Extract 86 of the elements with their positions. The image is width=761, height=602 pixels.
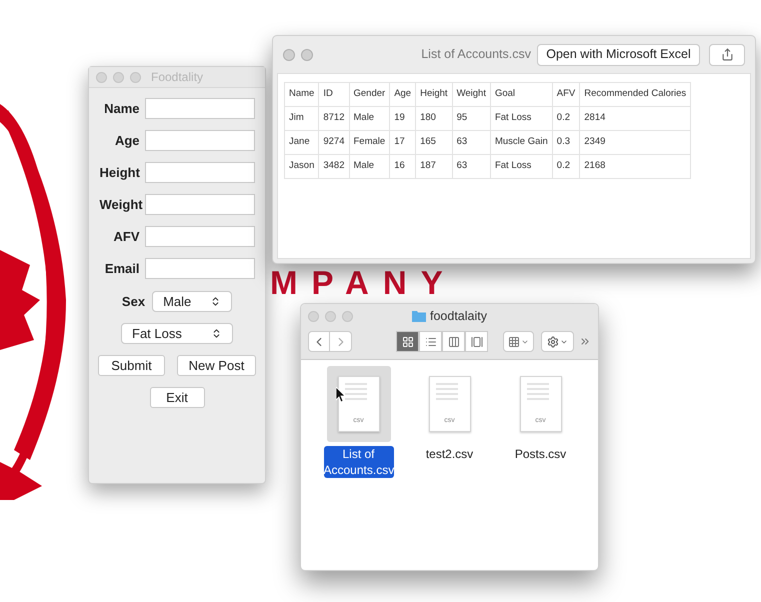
window-title: List of Accounts.csv bbox=[421, 46, 531, 64]
input-field[interactable] bbox=[144, 130, 254, 151]
forward-button[interactable] bbox=[330, 331, 352, 352]
stepper-icon bbox=[211, 328, 222, 339]
table-cell: Jim bbox=[284, 106, 319, 130]
table-cell: 8712 bbox=[318, 106, 349, 130]
sex-dropdown[interactable]: Male bbox=[152, 291, 232, 312]
grid-icon bbox=[508, 336, 520, 348]
input-field[interactable] bbox=[144, 226, 254, 247]
table-cell: Female bbox=[349, 130, 390, 154]
columns-icon bbox=[448, 336, 460, 348]
window-control-icon[interactable] bbox=[130, 72, 141, 82]
goal-dropdown[interactable]: Fat Loss bbox=[121, 323, 233, 344]
gear-icon bbox=[546, 336, 559, 348]
submit-button[interactable]: Submit bbox=[98, 355, 165, 376]
folder-icon bbox=[412, 310, 426, 322]
share-button[interactable] bbox=[709, 44, 745, 66]
field-label: Age bbox=[114, 132, 140, 150]
file-name: List of Accounts.csv bbox=[324, 446, 394, 478]
wallpaper-text: MPANY bbox=[270, 265, 457, 301]
view-mode-button[interactable] bbox=[396, 331, 419, 352]
table-cell: Jason bbox=[284, 154, 319, 178]
field-label: AFV bbox=[112, 228, 140, 246]
exit-button[interactable]: Exit bbox=[150, 387, 204, 408]
view-mode-button[interactable] bbox=[419, 331, 442, 352]
window-control-icon[interactable] bbox=[113, 72, 124, 82]
view-mode-button[interactable] bbox=[465, 331, 488, 352]
table-cell: 3482 bbox=[318, 154, 349, 178]
column-header: Goal bbox=[490, 82, 552, 106]
table-cell: Jane bbox=[284, 130, 319, 154]
close-icon[interactable] bbox=[283, 48, 295, 60]
column-header: Weight bbox=[452, 82, 490, 106]
table-cell: 63 bbox=[452, 154, 490, 178]
table-cell: 187 bbox=[416, 154, 452, 178]
field-label: Height bbox=[100, 164, 140, 182]
column-header: Name bbox=[284, 82, 319, 106]
fullscreen-icon[interactable] bbox=[301, 48, 313, 60]
table-cell: Male bbox=[349, 154, 390, 178]
column-header: ID bbox=[318, 82, 349, 106]
arrange-button[interactable] bbox=[503, 331, 534, 352]
window-control-icon[interactable] bbox=[96, 72, 107, 82]
share-icon bbox=[720, 48, 734, 61]
window-control-icon[interactable] bbox=[342, 310, 353, 322]
field-label: Sex bbox=[122, 292, 146, 311]
input-field[interactable] bbox=[144, 258, 254, 279]
table-cell: 17 bbox=[390, 130, 416, 154]
window-title: foodtalaity bbox=[430, 308, 487, 325]
table-cell: Male bbox=[349, 106, 390, 130]
action-button[interactable] bbox=[540, 331, 574, 352]
input-field[interactable] bbox=[144, 162, 254, 183]
table-cell: 2814 bbox=[580, 106, 691, 130]
table-cell: 16 bbox=[390, 154, 416, 178]
table-cell: 9274 bbox=[318, 130, 349, 154]
file-name: Posts.csv bbox=[514, 446, 568, 462]
table-cell: 2168 bbox=[580, 154, 691, 178]
table-cell: 0.2 bbox=[552, 154, 580, 178]
column-header: Height bbox=[416, 82, 452, 106]
field-label: Name bbox=[103, 100, 140, 118]
table-cell: 63 bbox=[452, 130, 490, 154]
file-name: test2.csv bbox=[424, 446, 474, 462]
back-button[interactable] bbox=[308, 331, 330, 352]
window-control-icon[interactable] bbox=[325, 310, 336, 322]
column-header: Age bbox=[390, 82, 416, 106]
table-cell: 2349 bbox=[580, 130, 691, 154]
grid-icon bbox=[402, 336, 414, 348]
table-cell: Fat Loss bbox=[490, 106, 552, 130]
table-cell: Muscle Gain bbox=[490, 130, 552, 154]
column-header: Gender bbox=[349, 82, 390, 106]
open-with-button[interactable]: Open with Microsoft Excel bbox=[537, 44, 700, 66]
input-field[interactable] bbox=[144, 98, 254, 119]
table-cell: 19 bbox=[390, 106, 416, 130]
cursor-icon bbox=[336, 387, 346, 402]
table-cell: Fat Loss bbox=[490, 154, 552, 178]
gallery-icon bbox=[470, 336, 482, 348]
input-field[interactable] bbox=[144, 194, 254, 215]
column-header: Recommended Calories bbox=[580, 82, 691, 106]
new-post-button[interactable]: New Post bbox=[177, 355, 256, 376]
view-mode-button[interactable] bbox=[442, 331, 465, 352]
table-cell: 180 bbox=[416, 106, 452, 130]
table-cell: 0.3 bbox=[552, 130, 580, 154]
column-header: AFV bbox=[552, 82, 580, 106]
table-cell: 0.2 bbox=[552, 106, 580, 130]
table-cell: 165 bbox=[416, 130, 452, 154]
field-label: Email bbox=[104, 260, 140, 278]
table-cell: 95 bbox=[452, 106, 490, 130]
window-control-icon[interactable] bbox=[308, 310, 319, 322]
